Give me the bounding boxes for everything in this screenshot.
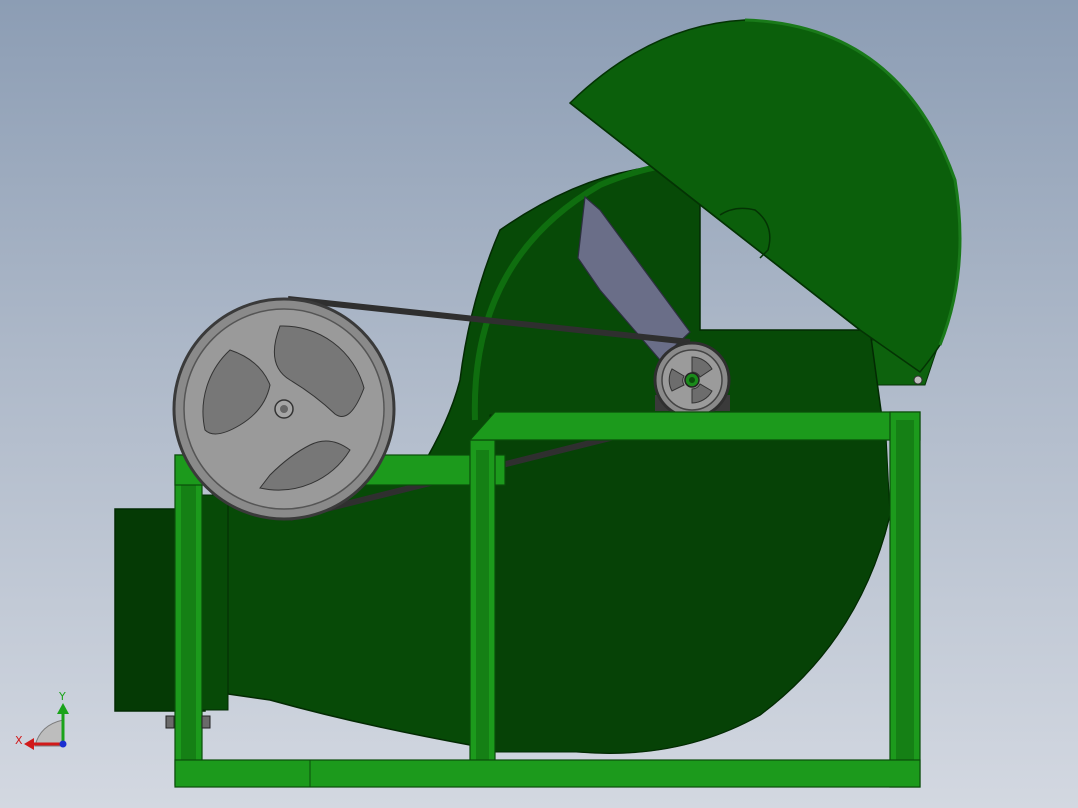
cad-viewport[interactable]: Y X [0,0,1078,808]
axis-triad: Y X [15,690,69,750]
housing-side-panel [489,414,891,754]
axis-y-arrow-icon [57,703,69,714]
triad-plane-icon [34,719,64,747]
outlet-duct-flange [199,494,229,711]
axis-y-label: Y [58,690,66,703]
frame-bottom-rail [174,759,921,788]
axis-z-dot [59,740,67,748]
machine-drawing: Y X [15,18,962,788]
axis-x-arrow-icon [24,738,34,750]
axis-x-label: X [15,734,23,747]
large-pulley [172,297,396,521]
small-pulley [653,341,731,419]
hood-latch [913,375,923,385]
frame-top-rail-right [468,411,921,441]
